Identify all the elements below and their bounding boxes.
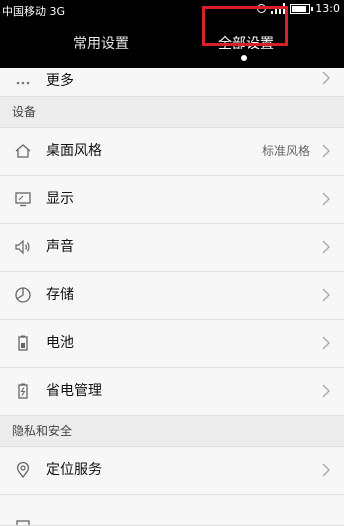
clock: 13:0 [315, 2, 340, 15]
chevron-right-icon [322, 288, 330, 302]
chevron-right-icon [322, 463, 330, 477]
list-item-label: 定位服务 [46, 462, 102, 478]
list-item-label: 桌面风格 [46, 143, 102, 159]
speaker-icon [15, 239, 30, 255]
list-item-cut-off[interactable] [0, 495, 344, 526]
list-item-value: 标准风格 [261, 144, 310, 158]
chevron-right-icon [322, 240, 330, 254]
chevron-right-icon [322, 336, 330, 350]
list-item-power-management[interactable]: 省电管理 [0, 368, 344, 416]
carrier-label: 中国移动 3G [2, 5, 66, 18]
status-bar: 中国移动 3G 13:0 [0, 0, 344, 20]
more-dots-icon [16, 81, 30, 85]
chevron-right-icon [322, 192, 330, 206]
list-item-label: 省电管理 [46, 383, 102, 399]
chevron-right-icon [322, 384, 330, 398]
settings-list: 更多 设备 桌面风格 标准风格 显示 声音 存储 电池 省电管理 隐私和安全 定… [0, 68, 344, 526]
list-item-label: 存储 [46, 287, 74, 303]
list-item-display[interactable]: 显示 [0, 176, 344, 224]
list-item-desktop-style[interactable]: 桌面风格 标准风格 [0, 128, 344, 176]
home-icon [15, 144, 31, 158]
active-tab-indicator [241, 55, 247, 61]
list-item-label: 电池 [46, 335, 74, 351]
list-item-label: 声音 [46, 239, 74, 255]
display-icon [15, 192, 31, 207]
location-icon [16, 461, 30, 479]
chevron-right-icon [322, 71, 330, 85]
list-item-sound[interactable]: 声音 [0, 224, 344, 272]
pie-chart-icon [15, 287, 31, 303]
power-saving-icon [18, 383, 28, 399]
partial-icon [16, 520, 30, 525]
battery-icon [18, 335, 28, 351]
list-item-more[interactable]: 更多 [0, 68, 344, 97]
list-item-label: 显示 [46, 191, 74, 207]
highlight-box [202, 6, 288, 46]
list-item-location-services[interactable]: 定位服务 [0, 447, 344, 495]
battery-icon [290, 3, 314, 14]
list-item-storage[interactable]: 存储 [0, 272, 344, 320]
list-item-label: 更多 [46, 73, 74, 89]
chevron-right-icon [322, 144, 330, 158]
list-item-battery[interactable]: 电池 [0, 320, 344, 368]
section-header-privacy-security: 隐私和安全 [0, 416, 344, 447]
